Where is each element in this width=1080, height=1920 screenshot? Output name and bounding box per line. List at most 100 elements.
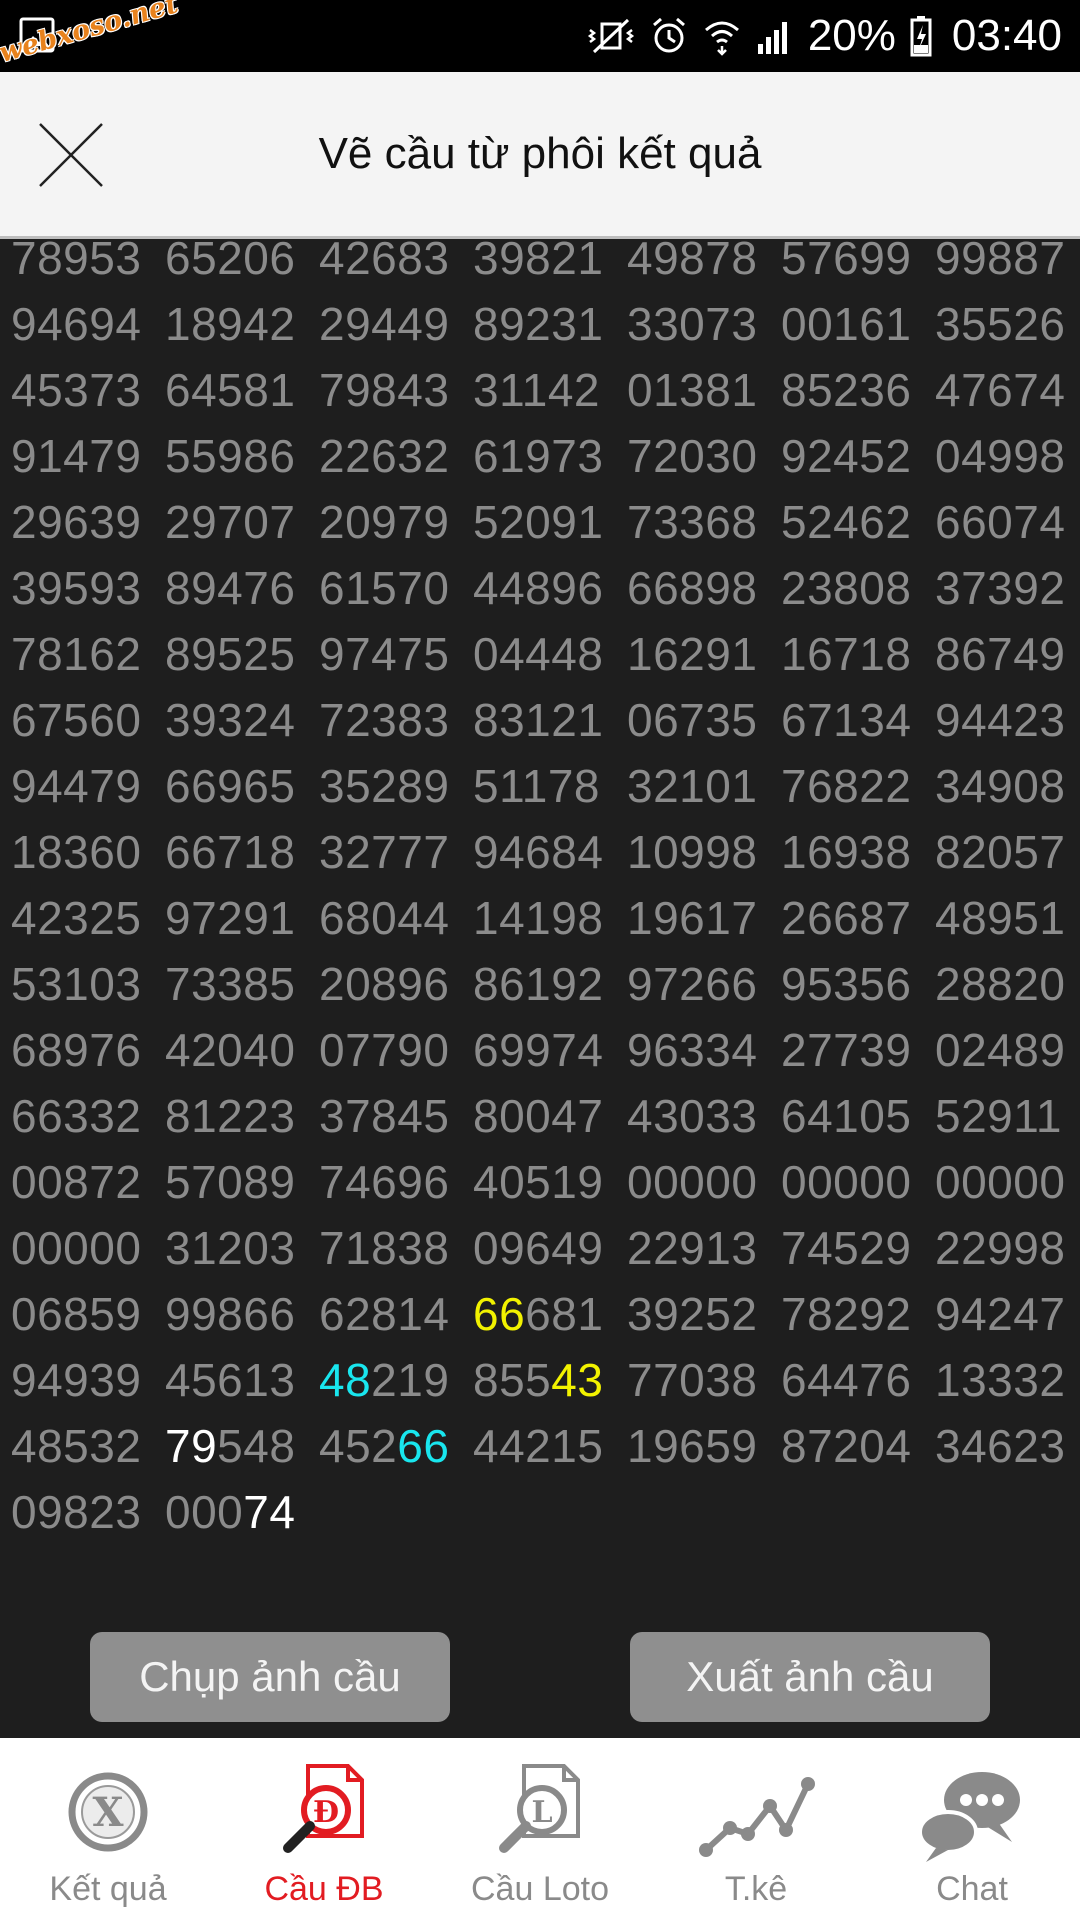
result-number: 85236	[781, 364, 912, 416]
result-number: 97291	[165, 892, 296, 944]
result-number: 22913	[627, 1222, 758, 1274]
result-number: 66074	[935, 496, 1066, 548]
result-number: 06735	[627, 694, 758, 746]
grid-row: 09823 00074	[0, 1479, 1080, 1545]
result-number: 32101	[627, 760, 758, 812]
result-number: 07790	[319, 1024, 450, 1076]
result-number: 22998	[935, 1222, 1066, 1274]
nav-label: Cầu ĐB	[264, 1870, 384, 1908]
nav-item-cau-db[interactable]: Đ Cầu ĐB	[216, 1738, 432, 1920]
nav-item-thong-ke[interactable]: T.kê	[648, 1738, 864, 1920]
grid-row: 29639 29707 20979 52091 73368 52462 66074	[0, 489, 1080, 555]
result-number: 00000	[11, 1222, 142, 1274]
result-number: 67134	[781, 694, 912, 746]
result-number: 97266	[627, 958, 758, 1010]
result-number: 42683	[319, 239, 450, 284]
grid-row: 67560 39324 72383 83121 06735 67134 94423	[0, 687, 1080, 753]
result-number: 39593	[11, 562, 142, 614]
chat-bubbles-icon	[918, 1772, 1020, 1862]
result-number: 71838	[319, 1222, 450, 1274]
grid-row: 91479 55986 22632 61973 72030 92452 04998	[0, 423, 1080, 489]
result-number: 48532	[11, 1420, 142, 1472]
result-number: 99866	[165, 1288, 296, 1340]
result-number: 48219	[319, 1354, 450, 1406]
result-number: 02489	[935, 1024, 1066, 1076]
result-number: 14198	[473, 892, 604, 944]
result-number: 37392	[935, 562, 1066, 614]
wifi-icon	[704, 21, 739, 56]
export-bridge-button[interactable]: Xuất ảnh cầu	[630, 1632, 990, 1722]
result-number: 87204	[781, 1420, 912, 1472]
result-number: 34623	[935, 1420, 1066, 1472]
result-number: 16938	[781, 826, 912, 878]
result-number: 78292	[781, 1288, 912, 1340]
result-number: 78162	[11, 628, 142, 680]
result-number: 44215	[473, 1420, 604, 1472]
result-number: 74529	[781, 1222, 912, 1274]
result-number: 44896	[473, 562, 604, 614]
result-number: 61570	[319, 562, 450, 614]
result-number: 68976	[11, 1024, 142, 1076]
result-number: 85543	[473, 1354, 604, 1406]
battery-percentage: 20%	[807, 11, 896, 60]
nav-item-ket-qua[interactable]: X Kết quả	[0, 1738, 216, 1920]
result-number: 32777	[319, 826, 450, 878]
result-number: 42040	[165, 1024, 296, 1076]
result-number: 66681	[473, 1288, 604, 1340]
result-number: 29707	[165, 496, 296, 548]
nav-label: Cầu Loto	[471, 1870, 609, 1908]
result-number: 13332	[935, 1354, 1066, 1406]
result-number: 79548	[165, 1420, 296, 1472]
search-l-document-icon: L	[499, 1764, 580, 1853]
result-number: 34908	[935, 760, 1066, 812]
result-number: 89525	[165, 628, 296, 680]
grid-row: 78162 89525 97475 04448 16291 16718 86749	[0, 621, 1080, 687]
result-number: 39821	[473, 239, 604, 284]
result-number: 94684	[473, 826, 604, 878]
svg-text:Đ: Đ	[313, 1795, 339, 1830]
highlighted-digits: 66	[397, 1420, 450, 1472]
result-number: 06859	[11, 1288, 142, 1340]
result-number: 00872	[11, 1156, 142, 1208]
result-number: 20896	[319, 958, 450, 1010]
result-number: 10998	[627, 826, 758, 878]
result-number: 27739	[781, 1024, 912, 1076]
signal-icon	[757, 22, 787, 54]
close-icon[interactable]	[36, 120, 106, 190]
result-number: 52911	[935, 1090, 1063, 1142]
result-number: 73385	[165, 958, 296, 1010]
result-number: 94479	[11, 760, 142, 812]
grid-row: 94939 45613 48219 85543 77038 64476 13332	[0, 1347, 1080, 1413]
result-number: 89231	[473, 298, 604, 350]
result-number: 91479	[11, 430, 142, 482]
result-number: 74696	[319, 1156, 450, 1208]
result-number: 72030	[627, 430, 758, 482]
result-number: 35289	[319, 760, 450, 812]
result-number: 72383	[319, 694, 450, 746]
capture-bridge-button[interactable]: Chụp ảnh cầu	[90, 1632, 450, 1722]
alarm-icon	[652, 17, 685, 53]
result-number: 80047	[473, 1090, 604, 1142]
result-number: 62814	[319, 1288, 450, 1340]
result-number: 35526	[935, 298, 1066, 350]
grid-row: 94694 18942 29449 89231 33073 00161 35526	[0, 291, 1080, 357]
line-chart-icon	[699, 1777, 815, 1857]
result-number: 52462	[781, 496, 912, 548]
result-number: 20979	[319, 496, 450, 548]
result-number: 42325	[11, 892, 142, 944]
result-number: 73368	[627, 496, 758, 548]
result-number: 04998	[935, 430, 1066, 482]
page-title: Vẽ cầu từ phôi kết quả	[318, 129, 762, 178]
nav-item-cau-loto[interactable]: L Cầu Loto	[432, 1738, 648, 1920]
result-number: 18942	[165, 298, 296, 350]
nav-label: Kết quả	[49, 1870, 167, 1908]
title-bar: Vẽ cầu từ phôi kết quả	[0, 72, 1080, 239]
result-number: 39252	[627, 1288, 758, 1340]
result-number: 48951	[935, 892, 1066, 944]
result-number: 04448	[473, 628, 604, 680]
result-number: 66965	[165, 760, 296, 812]
nav-item-chat[interactable]: Chat	[864, 1738, 1080, 1920]
result-number-grid: 78953 65206 42683 39821 49878 57699 99887 94694…	[0, 239, 1080, 1609]
result-number: 66718	[165, 826, 296, 878]
result-number: 96334	[627, 1024, 758, 1076]
